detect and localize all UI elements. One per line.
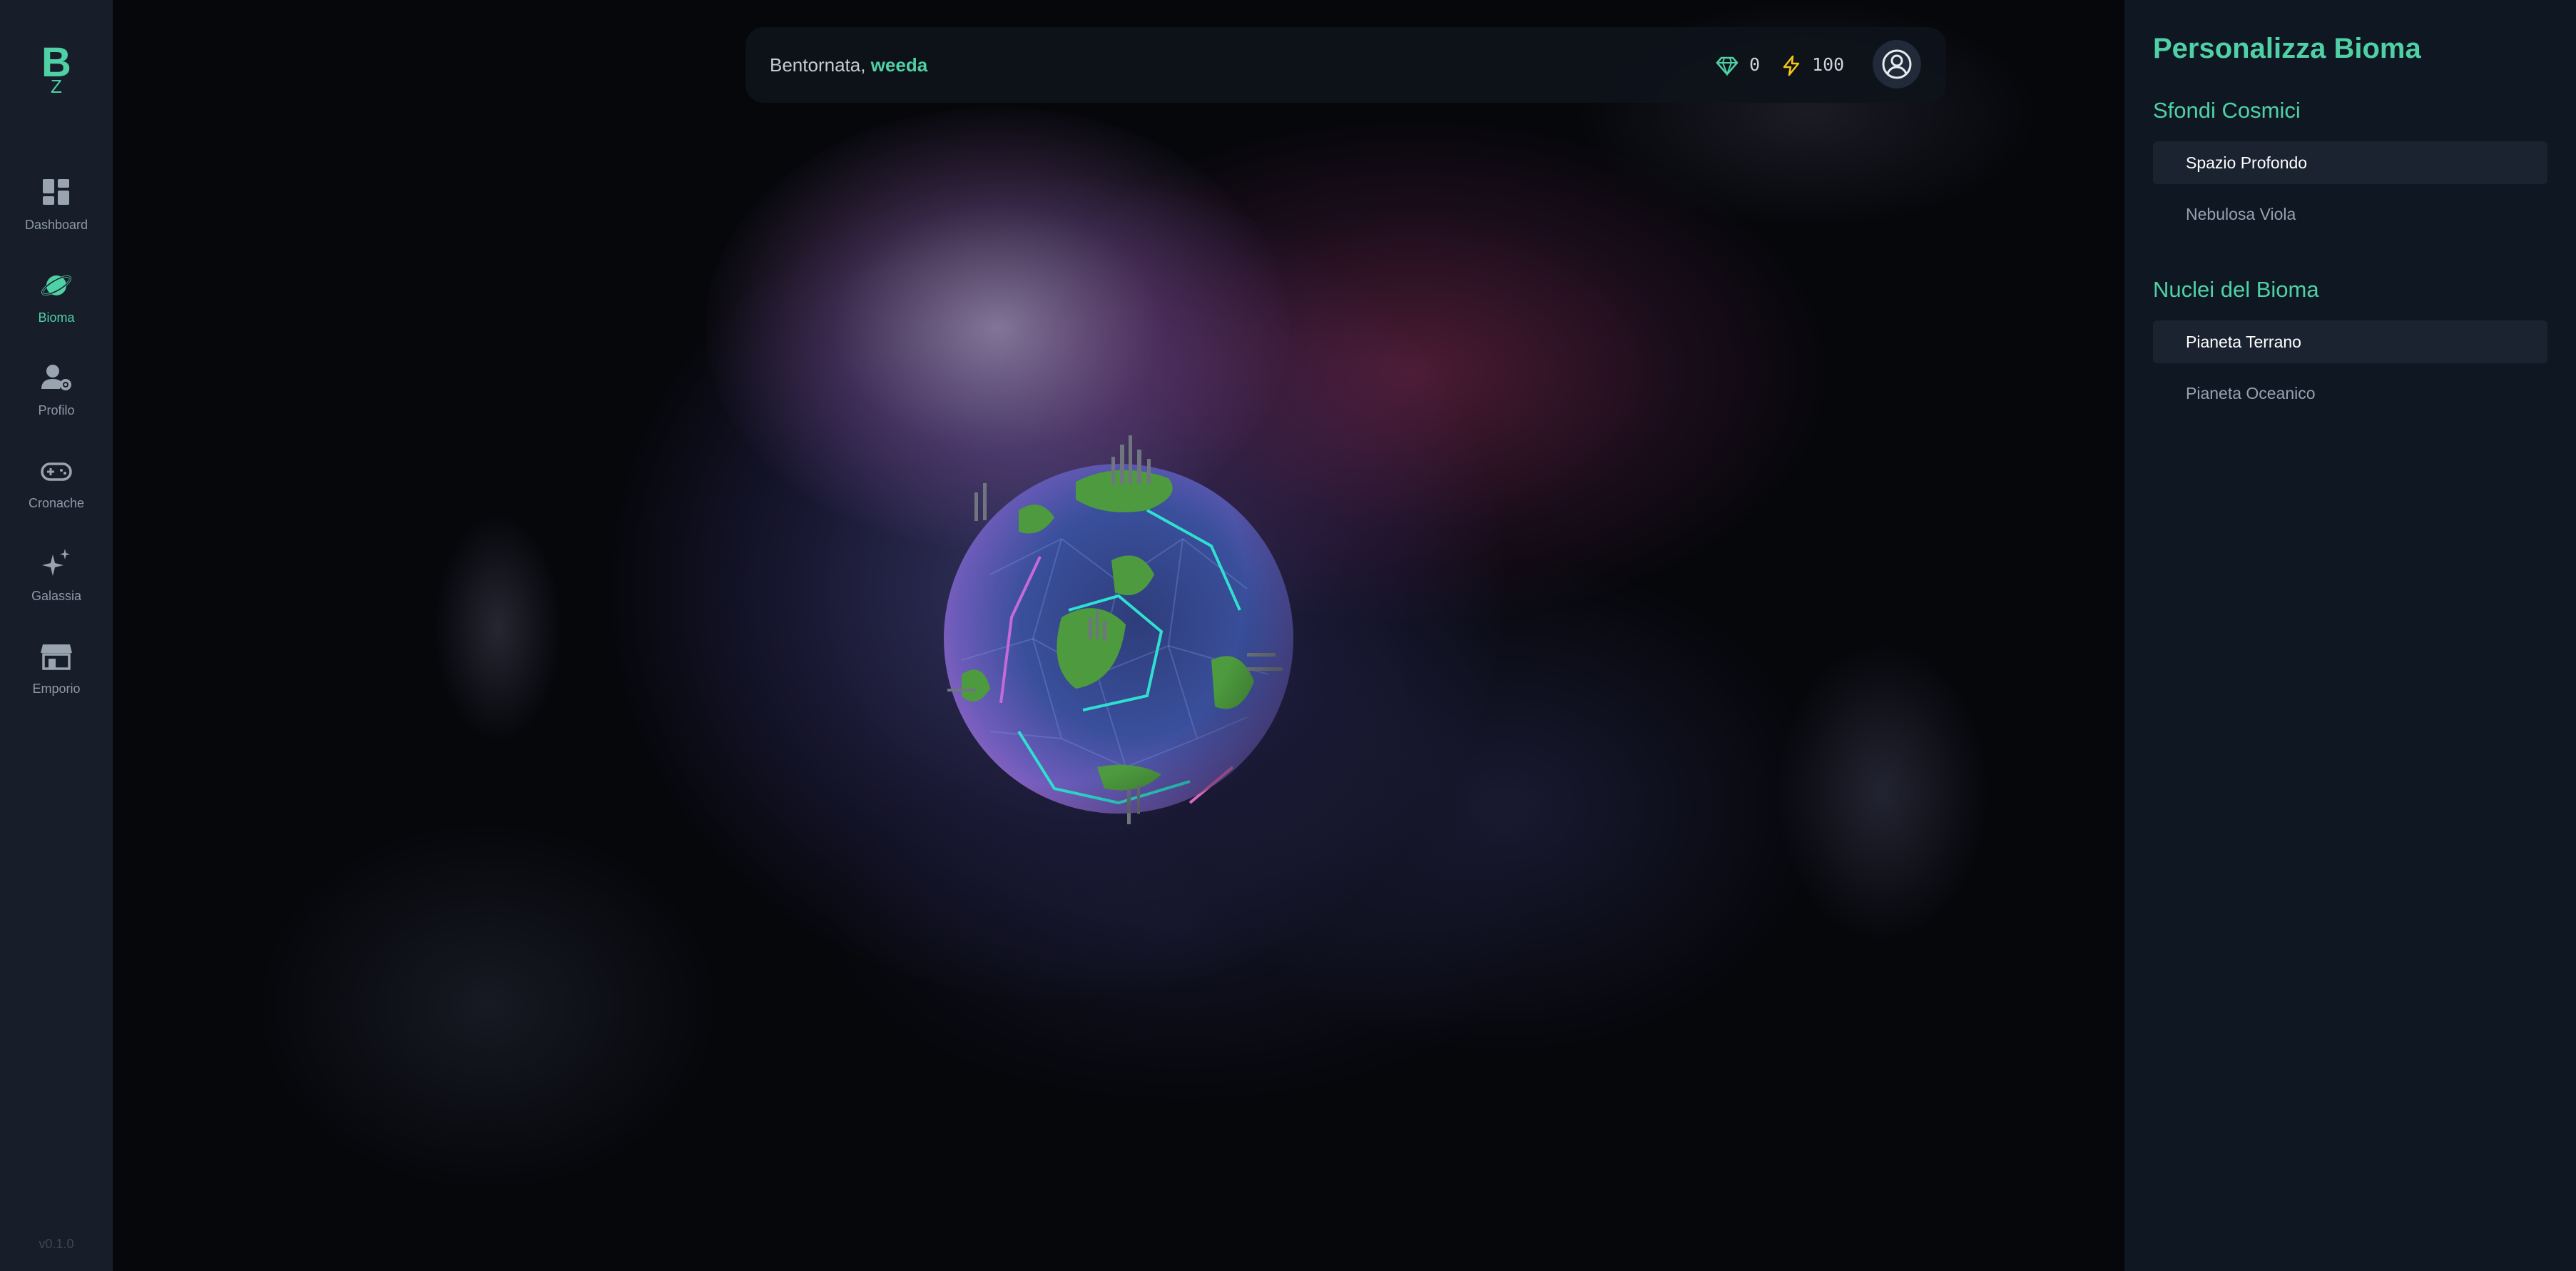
section-title-cores: Nuclei del Bioma <box>2153 277 2319 302</box>
gems-counter: 0 <box>1716 54 1760 76</box>
section-title-backgrounds: Sfondi Cosmici <box>2153 98 2301 123</box>
option-label: Pianeta Terrano <box>2186 333 2301 351</box>
sidebar-item-label: Bioma <box>38 310 75 325</box>
sidebar-item-label: Emporio <box>32 682 81 696</box>
sidebar-item-label: Dashboard <box>24 218 88 232</box>
planet-icon <box>41 275 71 296</box>
lightning-icon <box>1783 55 1800 76</box>
energy-counter: 100 <box>1781 54 1844 76</box>
option-nebulosa-viola[interactable]: Nebulosa Viola <box>2153 193 2547 236</box>
energy-value: 100 <box>1812 54 1845 75</box>
greeting-text: Bentornata, <box>770 54 866 76</box>
sidebar-nav: B Z Dashboard Bioma Profilo Cronache Gal… <box>0 0 113 1271</box>
username: weeda <box>870 54 928 76</box>
option-spazio-profondo[interactable]: Spazio Profondo <box>2153 141 2547 184</box>
dashboard-icon <box>43 179 69 205</box>
user-circle-icon <box>1882 49 1912 79</box>
gems-value: 0 <box>1749 54 1761 75</box>
sidebar-item-dashboard[interactable]: Dashboard <box>0 175 113 260</box>
sidebar-item-galassia[interactable]: Galassia <box>0 546 113 632</box>
user-settings-icon <box>41 365 71 390</box>
sidebar-item-bioma[interactable]: Bioma <box>0 268 113 353</box>
option-pianeta-oceanico[interactable]: Pianeta Oceanico <box>2153 372 2547 415</box>
sidebar-item-label: Galassia <box>31 589 82 603</box>
store-icon <box>41 644 72 670</box>
biome-scene[interactable] <box>113 0 2124 1271</box>
sidebar-item-emporio[interactable]: Emporio <box>0 639 113 724</box>
top-bar: Bentornata, weeda 0 100 <box>745 27 1946 103</box>
customize-panel: Personalizza Bioma Sfondi Cosmici Spazio… <box>2124 0 2576 1271</box>
planet-terrano[interactable] <box>933 432 1304 839</box>
option-label: Spazio Profondo <box>2186 153 2308 172</box>
nebula-glow <box>255 821 719 1192</box>
nebula-glow <box>434 514 562 742</box>
sparkles-icon <box>42 549 70 576</box>
welcome-message: Bentornata, weeda <box>770 54 927 76</box>
sidebar-item-profilo[interactable]: Profilo <box>0 360 113 446</box>
option-pianeta-terrano[interactable]: Pianeta Terrano <box>2153 320 2547 363</box>
sidebar-item-cronache[interactable]: Cronache <box>0 453 113 539</box>
nebula-glow <box>1775 642 1989 942</box>
sidebar-item-label: Cronache <box>28 496 85 510</box>
gamepad-icon <box>41 462 72 481</box>
app-version: v0.1.0 <box>39 1237 74 1251</box>
option-label: Pianeta Oceanico <box>2186 384 2316 402</box>
profile-button[interactable] <box>1873 40 1921 88</box>
panel-title: Personalizza Bioma <box>2153 33 2421 64</box>
gem-icon <box>1716 56 1738 76</box>
app-logo-sub: Z <box>51 76 62 97</box>
sidebar-item-label: Profilo <box>38 403 75 417</box>
option-label: Nebulosa Viola <box>2186 205 2296 223</box>
